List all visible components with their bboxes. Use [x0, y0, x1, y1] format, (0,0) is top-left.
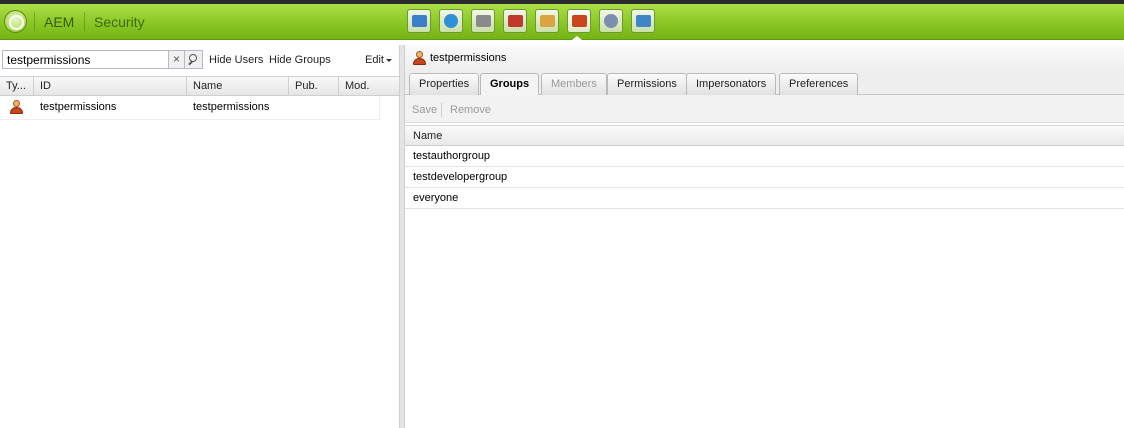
row-published — [289, 96, 295, 119]
row-modified — [339, 96, 345, 119]
column-header-published[interactable]: Pub. — [289, 77, 339, 96]
search-input[interactable] — [2, 50, 169, 69]
column-header-name[interactable]: Name — [187, 77, 289, 96]
remove-button[interactable]: Remove — [450, 104, 491, 116]
users-icon — [571, 15, 587, 27]
detail-title: testpermissions — [430, 52, 507, 64]
tag-icon — [635, 15, 651, 27]
inbox-console-button[interactable] — [535, 9, 559, 33]
groups-grid-header: Name — [405, 125, 1124, 146]
chevron-down-icon — [385, 58, 392, 62]
search-icon-handle — [188, 60, 193, 66]
tools-console-button[interactable] — [599, 9, 623, 33]
groups-action-bar: Save Remove — [405, 95, 1124, 123]
tab-permissions[interactable]: Permissions — [607, 73, 687, 95]
action-separator — [441, 103, 442, 117]
aem-logo-icon[interactable] — [4, 10, 27, 33]
edit-menu-button[interactable]: Edit — [365, 54, 392, 66]
security-console-button[interactable] — [567, 9, 591, 33]
detail-tabs: Properties Groups Members Permissions Im… — [405, 71, 1124, 96]
column-header-name[interactable]: Name — [413, 130, 442, 142]
hide-users-button[interactable]: Hide Users — [209, 54, 263, 66]
detail-title-bar: testpermissions — [405, 45, 1124, 71]
search-button[interactable] — [185, 50, 203, 69]
user-list-panel: × Hide Users Hide Groups Edit Ty... ID N… — [0, 45, 399, 428]
brand-name: AEM — [44, 14, 75, 30]
table-row[interactable]: testpermissions testpermissions — [0, 96, 380, 120]
row-name: testpermissions — [193, 101, 270, 113]
column-header-modified[interactable]: Mod. — [339, 77, 399, 96]
camera-icon — [475, 15, 491, 27]
tab-impersonators[interactable]: Impersonators — [686, 73, 777, 95]
edit-menu-label: Edit — [365, 54, 384, 66]
user-grid-header: Ty... ID Name Pub. Mod. — [0, 76, 399, 96]
inbox-icon — [539, 15, 555, 27]
list-item[interactable]: testdevelopergroup — [405, 167, 1124, 188]
dam-console-button[interactable] — [471, 9, 495, 33]
header-separator — [34, 12, 35, 31]
group-name: testauthorgroup — [413, 150, 491, 162]
user-icon — [412, 51, 426, 65]
tab-preferences[interactable]: Preferences — [779, 73, 859, 95]
section-title: Security — [94, 14, 145, 30]
tools-icon — [604, 14, 618, 28]
user-detail-panel: testpermissions Properties Groups Member… — [405, 45, 1124, 428]
group-name: everyone — [413, 192, 459, 204]
header-separator — [84, 12, 85, 31]
tab-groups[interactable]: Groups — [480, 73, 540, 96]
app-header: AEM Security — [0, 4, 1124, 40]
clear-search-button[interactable]: × — [169, 50, 185, 69]
campaign-console-button[interactable] — [503, 9, 527, 33]
group-name: testdevelopergroup — [413, 171, 508, 183]
column-header-type[interactable]: Ty... — [0, 77, 34, 96]
campaign-icon — [507, 15, 523, 27]
globe-console-button[interactable] — [439, 9, 463, 33]
globe-icon — [444, 14, 458, 28]
column-header-id[interactable]: ID — [34, 77, 187, 96]
active-console-pointer — [572, 36, 582, 40]
sites-icon — [411, 15, 427, 27]
row-id: testpermissions — [40, 101, 117, 113]
hide-groups-button[interactable]: Hide Groups — [269, 54, 331, 66]
tagging-console-button[interactable] — [631, 9, 655, 33]
list-item[interactable]: testauthorgroup — [405, 146, 1124, 167]
tab-members[interactable]: Members — [541, 73, 607, 95]
sites-console-button[interactable] — [407, 9, 431, 33]
tab-properties[interactable]: Properties — [409, 73, 480, 95]
user-icon — [9, 100, 23, 114]
save-button[interactable]: Save — [412, 104, 437, 116]
list-item[interactable]: everyone — [405, 188, 1124, 209]
